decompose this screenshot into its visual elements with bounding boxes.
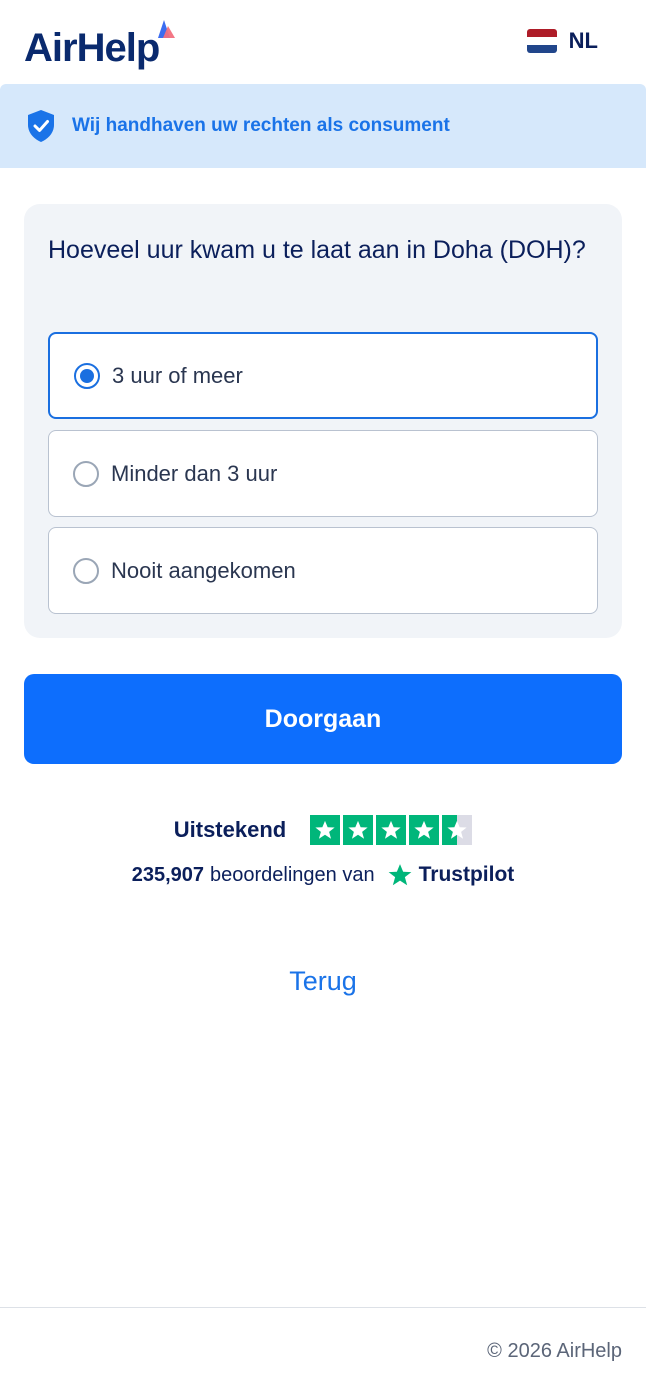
review-count: 235,907 — [131, 863, 205, 886]
trustpilot-logo[interactable]: Trustpilot — [387, 862, 515, 888]
language-selector[interactable]: NL — [526, 28, 598, 54]
banner-text: Wij handhaven uw rechten als consument — [72, 115, 450, 136]
trustpilot-rating: Uitstekend — [0, 815, 646, 845]
option-label: Minder dan 3 uur — [111, 460, 278, 486]
option-never-arrived[interactable]: Nooit aangekomen — [48, 527, 598, 614]
radio-unselected-icon[interactable] — [73, 557, 99, 584]
shield-check-icon — [28, 110, 54, 142]
star-icon — [310, 815, 341, 845]
option-label: 3 uur of meer — [112, 362, 243, 388]
trustpilot-stars — [310, 815, 473, 845]
footer-copyright: © 2026 AirHelp — [487, 1340, 622, 1362]
airhelp-logo[interactable]: AirHelp — [24, 26, 160, 70]
question-card: Hoeveel uur kwam u te laat aan in Doha (… — [24, 204, 622, 638]
trustpilot-star-icon — [388, 864, 411, 886]
radio-unselected-icon[interactable] — [73, 460, 99, 487]
star-icon — [409, 815, 440, 845]
logo-mark-icon — [158, 20, 175, 38]
radio-selected-icon[interactable] — [74, 362, 100, 389]
back-link[interactable]: Terug — [0, 966, 646, 997]
trustpilot-reviews: 235,907 beoordelingen van Trustpilot — [0, 862, 646, 888]
half-star-icon — [442, 815, 473, 845]
option-3-hours-or-more[interactable]: 3 uur of meer — [48, 332, 598, 419]
reviews-text: beoordelingen van — [210, 863, 375, 886]
option-label: Nooit aangekomen — [111, 557, 296, 583]
star-icon — [376, 815, 407, 845]
language-label: NL — [568, 28, 598, 53]
question-title: Hoeveel uur kwam u te laat aan in Doha (… — [48, 236, 586, 264]
consumer-rights-banner: Wij handhaven uw rechten als consument — [0, 84, 646, 168]
header: AirHelp NL — [0, 0, 646, 84]
continue-button[interactable]: Doorgaan — [24, 674, 622, 764]
footer-divider — [0, 1307, 646, 1308]
star-icon — [343, 815, 374, 845]
rating-text: Uitstekend — [173, 817, 287, 842]
trustpilot-brand: Trustpilot — [418, 863, 515, 886]
netherlands-flag-icon — [526, 29, 557, 53]
option-less-than-3-hours[interactable]: Minder dan 3 uur — [48, 430, 598, 517]
